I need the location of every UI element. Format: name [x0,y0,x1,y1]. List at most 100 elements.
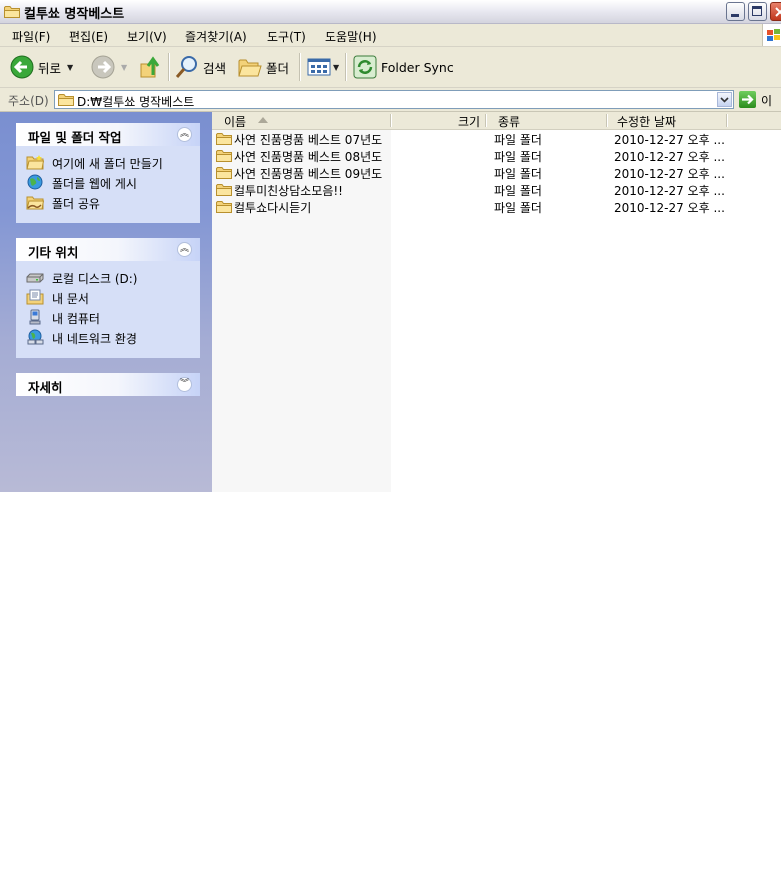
folder-sync-label: Folder Sync [381,59,454,75]
search-label: 검색 [203,60,227,76]
place-label: 로컬 디스크 (D:) [52,272,138,286]
item-type: 파일 폴더 [494,133,542,147]
task-publish-web[interactable]: 폴더를 웹에 게시 [16,172,200,192]
item-modified: 2010-12-27 오후 ... [614,184,725,198]
list-item[interactable]: 컬투미친상담소모음!! 파일 폴더 2010-12-27 오후 ... [212,181,781,198]
explorer-window: 컬투쑈 명작베스트 파일(F) 편집(E) 보기(V) 즐겨찾기(A) 도구(T… [0,0,781,492]
place-local-disk[interactable]: 로컬 디스크 (D:) [16,267,200,287]
item-modified: 2010-12-27 오후 ... [614,150,725,164]
item-modified: 2010-12-27 오후 ... [614,201,725,215]
toolbar: 뒤로 ▼ ▼ 검색 폴더 ▼ Folder Sync [0,47,781,88]
address-bar: 주소(D) D:₩컬투쑈 명작베스트 이동 [0,88,781,125]
folder-sync-icon [353,55,377,79]
file-folder-tasks-header[interactable]: 파일 및 폴더 작업 ︽ [16,123,200,146]
views-dropdown-icon[interactable]: ▼ [333,63,339,72]
folders-label: 폴더 [266,60,290,76]
folder-icon [216,183,232,196]
back-button[interactable]: 뒤로 ▼ [10,47,73,87]
place-network[interactable]: 내 네트워크 환경 [16,327,200,347]
menu-tools[interactable]: 도구(T) [267,28,306,45]
task-label: 폴더 공유 [52,197,100,211]
folders-button[interactable]: 폴더 [238,47,289,87]
windows-logo [762,24,781,46]
item-name: 사연 진품명품 베스트 09년도 [234,167,383,181]
search-icon [175,56,197,78]
folder-icon [216,132,232,145]
item-name: 사연 진품명품 베스트 08년도 [234,150,383,164]
close-icon [775,7,781,17]
network-globe-icon [27,329,44,345]
task-label: 여기에 새 폴더 만들기 [52,157,163,171]
list-item[interactable]: 컬투쇼다시듣기 파일 폴더 2010-12-27 오후 ... [212,198,781,215]
menu-bar: 파일(F) 편집(E) 보기(V) 즐겨찾기(A) 도구(T) 도움말(H) [0,24,781,47]
address-path: D:₩컬투쑈 명작베스트 [77,95,195,109]
shared-folder-icon [26,196,44,210]
item-name: 사연 진품명품 베스트 07년도 [234,133,383,147]
forward-dropdown-icon[interactable]: ▼ [121,63,127,72]
file-list: 이름 크기 종류 수정한 날짜 사연 진품명품 베스트 07년도 파일 폴더 2… [212,112,781,492]
place-my-computer[interactable]: 내 컴퓨터 [16,307,200,327]
menu-view[interactable]: 보기(V) [127,28,167,45]
close-button[interactable] [770,2,781,21]
my-computer-icon [29,309,41,325]
folder-icon [58,93,74,106]
folder-icon [216,166,232,179]
place-my-documents[interactable]: 내 문서 [16,287,200,307]
list-item[interactable]: 사연 진품명품 베스트 07년도 파일 폴더 2010-12-27 오후 ... [212,130,781,147]
new-folder-icon [26,155,44,170]
globe-icon [27,174,43,190]
address-input[interactable]: D:₩컬투쑈 명작베스트 [54,90,734,109]
list-header: 이름 크기 종류 수정한 날짜 [212,112,781,130]
column-name[interactable]: 이름 [224,113,246,130]
menu-help[interactable]: 도움말(H) [325,28,377,45]
item-type: 파일 폴더 [494,201,542,215]
column-size[interactable]: 크기 [458,113,480,130]
minimize-button[interactable] [726,2,745,21]
views-icon [307,58,331,76]
place-label: 내 네트워크 환경 [52,332,137,346]
task-new-folder[interactable]: 여기에 새 폴더 만들기 [16,152,200,172]
up-folder-icon [140,56,160,78]
expand-icon[interactable]: ︾ [177,377,192,392]
list-item[interactable]: 사연 진품명품 베스트 09년도 파일 폴더 2010-12-27 오후 ... [212,164,781,181]
forward-arrow-icon [91,55,115,79]
maximize-button[interactable] [748,2,767,21]
my-documents-icon [26,289,44,305]
address-label: 주소(D) [8,94,49,108]
menu-favorites[interactable]: 즐겨찾기(A) [185,28,247,45]
details-header[interactable]: 자세히 ︾ [16,373,200,396]
column-modified[interactable]: 수정한 날짜 [617,113,676,130]
item-name: 컬투미친상담소모음!! [234,184,343,198]
chevron-down-icon [720,97,729,103]
back-label: 뒤로 [38,60,62,76]
other-places-header[interactable]: 기타 위치 ︽ [16,238,200,261]
window-title: 컬투쑈 명작베스트 [24,7,125,22]
task-label: 폴더를 웹에 게시 [52,177,137,191]
task-share-folder[interactable]: 폴더 공유 [16,192,200,212]
panel-title: 파일 및 폴더 작업 [28,130,122,145]
views-button[interactable]: ▼ [307,47,339,87]
forward-button[interactable]: ▼ [91,47,127,87]
menu-file[interactable]: 파일(F) [12,28,50,45]
place-label: 내 컴퓨터 [52,312,100,326]
search-button[interactable]: 검색 [175,47,226,87]
file-folder-tasks-panel: 파일 및 폴더 작업 ︽ 여기에 새 폴더 만들기 폴더를 웹에 게시 폴더 공… [16,123,200,223]
back-dropdown-icon[interactable]: ▼ [67,63,73,72]
panel-title: 기타 위치 [28,245,79,260]
title-bar[interactable]: 컬투쑈 명작베스트 [0,0,781,24]
up-folder-button[interactable] [140,47,162,87]
item-type: 파일 폴더 [494,184,542,198]
column-type[interactable]: 종류 [498,113,520,130]
item-type: 파일 폴더 [494,167,542,181]
address-dropdown-button[interactable] [717,92,732,107]
go-arrow-icon [742,94,754,105]
item-name: 컬투쇼다시듣기 [234,201,312,215]
collapse-icon[interactable]: ︽ [177,127,192,142]
collapse-icon[interactable]: ︽ [177,242,192,257]
list-item[interactable]: 사연 진품명품 베스트 08년도 파일 폴더 2010-12-27 오후 ... [212,147,781,164]
item-type: 파일 폴더 [494,150,542,164]
folder-sync-button[interactable]: Folder Sync [353,47,454,87]
place-label: 내 문서 [52,292,89,306]
menu-edit[interactable]: 편집(E) [69,28,108,45]
go-button[interactable] [739,91,756,108]
